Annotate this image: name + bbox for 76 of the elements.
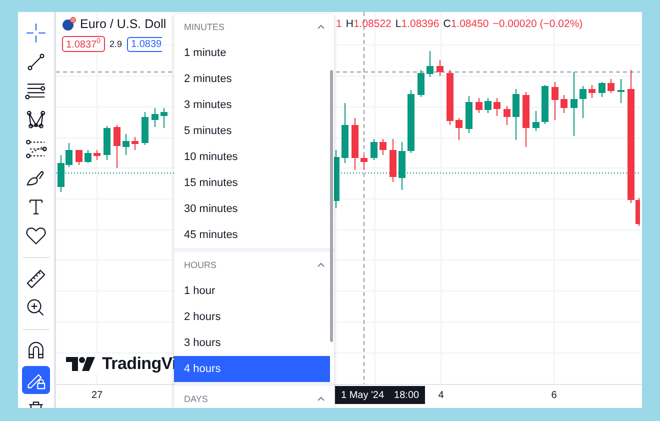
buy-price-button[interactable]: 1.0839 bbox=[127, 36, 162, 52]
candlestick bbox=[484, 98, 492, 114]
lock-drawings-tool-button[interactable] bbox=[22, 366, 50, 394]
candlestick bbox=[360, 154, 368, 170]
candlestick bbox=[552, 82, 558, 120]
candlestick bbox=[152, 108, 158, 128]
price-change: −0.00020 (−0.02%) bbox=[492, 18, 583, 32]
candlestick bbox=[588, 84, 596, 98]
ruler-icon bbox=[24, 267, 48, 291]
interval-option[interactable]: 30 minutes bbox=[174, 196, 330, 222]
candlestick bbox=[512, 88, 520, 140]
time-axis-label: 4 bbox=[438, 390, 444, 401]
ohlc-value: 1 bbox=[336, 18, 342, 32]
candlestick bbox=[426, 50, 434, 78]
candlestick bbox=[370, 138, 378, 160]
channel-icon bbox=[24, 137, 48, 161]
candlestick bbox=[84, 150, 92, 164]
candlestick bbox=[390, 138, 396, 182]
candlestick bbox=[560, 94, 568, 114]
interval-option[interactable]: 10 minutes bbox=[174, 144, 330, 170]
candlestick bbox=[598, 82, 606, 98]
crosshair-icon bbox=[24, 21, 48, 45]
candlestick bbox=[398, 142, 406, 190]
ohlc-value: H1.08522 bbox=[346, 18, 392, 32]
interval-option[interactable]: 1 hour bbox=[174, 278, 330, 304]
interval-option[interactable]: 3 hours bbox=[174, 330, 330, 356]
candlestick bbox=[408, 90, 414, 154]
candlestick bbox=[522, 92, 530, 148]
section-header[interactable]: HOURS bbox=[174, 252, 334, 278]
interval-option[interactable]: 5 minutes bbox=[174, 118, 330, 144]
candlestick bbox=[132, 136, 138, 150]
interval-option[interactable]: 45 minutes bbox=[174, 222, 330, 248]
candlestick bbox=[494, 98, 500, 116]
candlestick bbox=[532, 110, 540, 132]
candlestick bbox=[570, 72, 578, 136]
candlestick bbox=[618, 78, 624, 104]
interval-option[interactable]: 1 minute bbox=[174, 40, 330, 66]
candlestick bbox=[608, 78, 614, 94]
candlestick bbox=[160, 108, 168, 128]
candlestick bbox=[542, 84, 548, 124]
candlestick bbox=[352, 118, 358, 170]
ohlc-value: C1.08450 bbox=[443, 18, 489, 32]
interval-option[interactable]: 15 minutes bbox=[174, 170, 330, 196]
section-header[interactable]: DAYS bbox=[174, 386, 334, 408]
spread-value: 2.9 bbox=[110, 39, 122, 50]
crosshair-time-label: 1 May '24 18:00 bbox=[335, 386, 426, 404]
ohlc-value: L1.08396 bbox=[395, 18, 440, 32]
candlestick bbox=[380, 138, 386, 156]
candlestick bbox=[456, 118, 462, 140]
logo-text: TradingVi bbox=[102, 354, 176, 374]
time-axis-label: 27 bbox=[91, 390, 103, 401]
candlestick bbox=[142, 112, 148, 146]
candlestick bbox=[436, 60, 444, 76]
candlestick bbox=[580, 86, 586, 118]
candlestick bbox=[122, 134, 130, 156]
candlestick bbox=[76, 150, 82, 166]
candlestick bbox=[104, 126, 110, 160]
interval-option[interactable]: 2 hours bbox=[174, 304, 330, 330]
candlestick bbox=[342, 102, 348, 164]
candlestick bbox=[446, 70, 454, 126]
logo-icon bbox=[66, 356, 96, 372]
candlestick bbox=[94, 150, 100, 160]
interval-option[interactable]: 4 hours bbox=[174, 356, 330, 382]
sell-price-button[interactable]: 1.0837$^{0}$ bbox=[62, 36, 104, 52]
symbol-title: Euro / U.S. Doll bbox=[80, 17, 166, 31]
time-axis-label: 6 bbox=[551, 390, 557, 401]
currency-flag-icon bbox=[62, 17, 76, 31]
section-header[interactable]: MINUTES bbox=[174, 14, 334, 40]
candlestick bbox=[504, 106, 510, 126]
interval-option[interactable]: 2 minutes bbox=[174, 66, 330, 92]
interval-option[interactable]: 3 minutes bbox=[174, 92, 330, 118]
scrollbar[interactable] bbox=[330, 70, 333, 342]
candlestick bbox=[466, 96, 472, 134]
candlestick bbox=[476, 98, 482, 114]
candlestick bbox=[114, 124, 120, 168]
candlestick bbox=[418, 70, 424, 98]
